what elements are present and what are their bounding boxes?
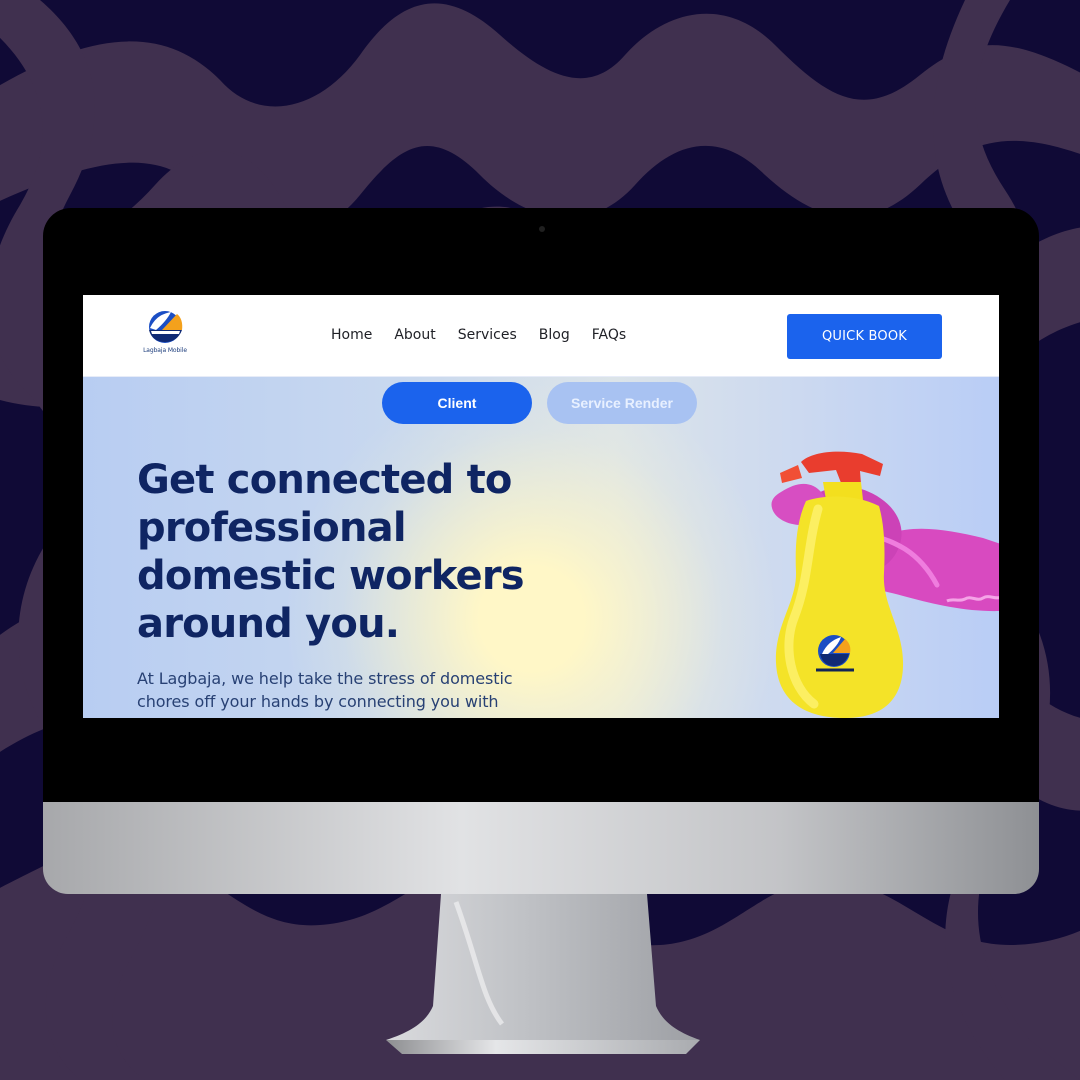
- website-screen: Lagbaja Mobile Home About Services Blog …: [83, 295, 999, 718]
- sail-logo-icon: [149, 311, 183, 343]
- monitor-bezel: Lagbaja Mobile Home About Services Blog …: [43, 208, 1039, 802]
- desktop-mockup-stage: Lagbaja Mobile Home About Services Blog …: [0, 0, 1080, 1080]
- service-render-toggle-button[interactable]: Service Render: [547, 382, 697, 424]
- stand-neck-shape: [386, 894, 700, 1040]
- site-header: Lagbaja Mobile Home About Services Blog …: [83, 295, 999, 377]
- cleaning-spray-image: [771, 451, 999, 718]
- hero-section: Client Service Render Get connected to p…: [83, 376, 999, 718]
- monitor-stand: [386, 894, 700, 1054]
- stand-base-shape: [386, 1040, 700, 1054]
- brand-name: Lagbaja Mobile: [143, 347, 187, 354]
- monitor-chin: [43, 802, 1039, 894]
- nav-about[interactable]: About: [394, 326, 435, 344]
- client-toggle-button[interactable]: Client: [382, 382, 532, 424]
- nav-services[interactable]: Services: [458, 326, 517, 344]
- camera-dot: [539, 226, 545, 232]
- nav-home[interactable]: Home: [331, 326, 372, 344]
- hero-description: At Lagbaja, we help take the stress of d…: [137, 669, 513, 711]
- nav-blog[interactable]: Blog: [539, 326, 570, 344]
- hero-headline: Get connected to professional domestic w…: [137, 457, 525, 647]
- spray-trigger-icon: [780, 465, 802, 483]
- primary-navigation: Home About Services Blog FAQs: [331, 326, 626, 344]
- quick-book-button[interactable]: QUICK BOOK: [787, 314, 942, 359]
- brand-logo[interactable]: Lagbaja Mobile: [137, 310, 193, 362]
- nav-faqs[interactable]: FAQs: [592, 326, 626, 344]
